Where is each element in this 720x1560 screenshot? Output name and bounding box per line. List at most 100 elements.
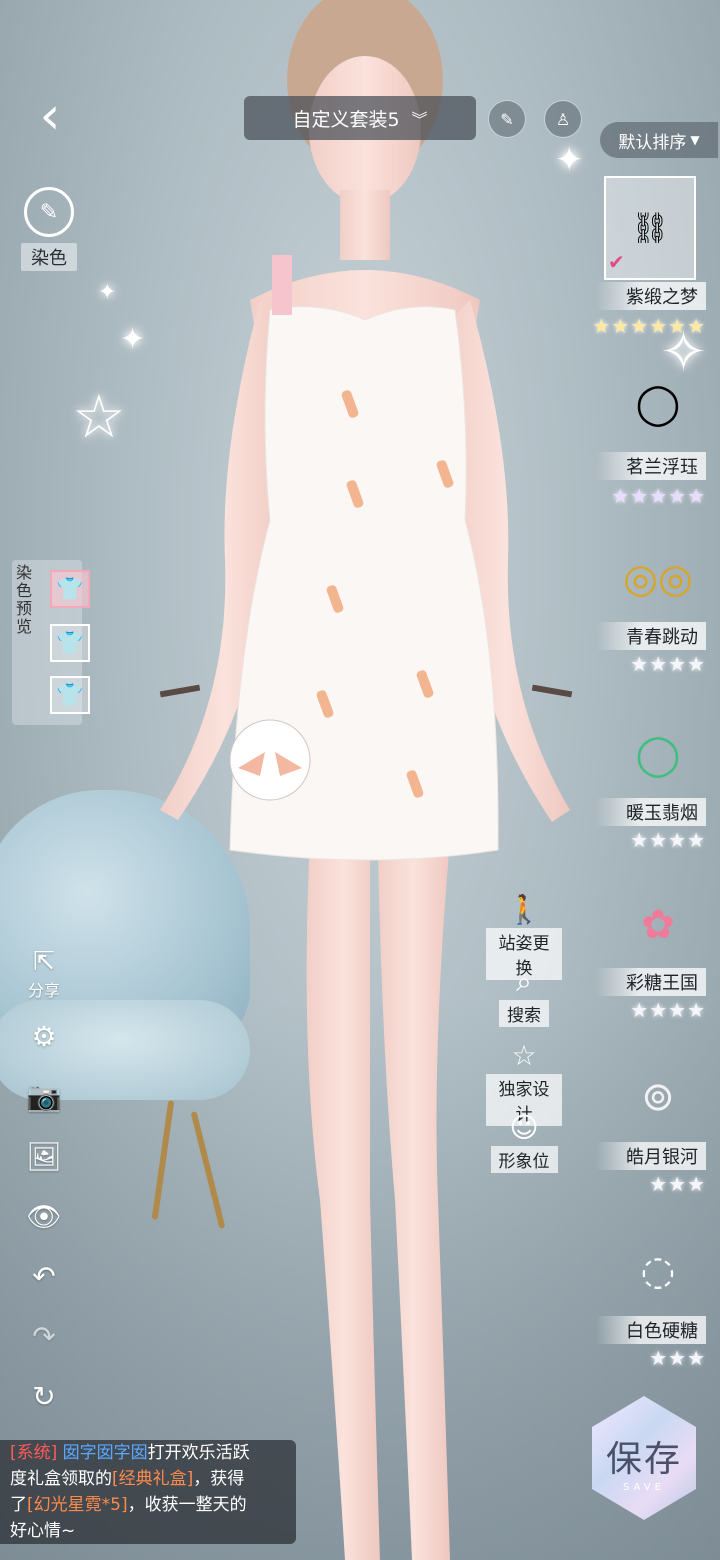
chat-text: 度礼盒领取的 [10, 1469, 112, 1489]
shirt-preview-white[interactable]: 👕 [50, 676, 90, 714]
accessory-name: 茗兰浮珏 [596, 452, 706, 480]
redo-button[interactable]: ↷ [22, 1314, 66, 1358]
dye-button[interactable]: ✎ 染色 [14, 186, 84, 272]
check-icon: ✔ [608, 250, 625, 274]
redo-icon: ↷ [32, 1319, 56, 1353]
search-icon: ⌕ [516, 965, 532, 998]
gear-icon: ⚙ [31, 1019, 57, 1053]
accessory-name: 皓月银河 [596, 1142, 706, 1170]
accessory-name: 紫缎之梦 [596, 282, 706, 310]
accessory-thumbnail: ◎◎ [623, 556, 693, 602]
accessory-item[interactable]: ◯ 茗兰浮珏 ★★★★★ [596, 356, 720, 516]
accessory-item[interactable]: ◎◎ 青春跳动 ★★★★ [596, 540, 720, 690]
dress-button[interactable]: ♙ [544, 100, 582, 138]
edit-brush-button[interactable]: ✎ [488, 100, 526, 138]
accessory-stars: ★★★★ [630, 828, 706, 852]
accessory-item[interactable]: ⛓ ✔ 紫缎之梦 ★★★★★★ [592, 176, 720, 350]
sort-label: 默认排序 [618, 132, 687, 153]
chat-line: 了[幻光星霓*5]，收获一整天的 [10, 1492, 286, 1518]
dye-preview-label: 染色预览 [16, 563, 33, 636]
share-icon: ⇱ [33, 947, 55, 977]
accessory-name: 青春跳动 [596, 622, 706, 650]
search-label: 搜索 [499, 1000, 549, 1027]
image-slot-label: 形象位 [490, 1146, 558, 1173]
image-icon: 🖼 [26, 1139, 62, 1173]
save-label: 保存 [605, 1439, 682, 1480]
save-button[interactable]: 保存 SAVE [584, 1388, 704, 1528]
sort-dropdown[interactable]: 默认排序 ▼ [600, 122, 718, 158]
shirt-icon: 👕 [56, 630, 84, 656]
chat-line: 好心情~ [10, 1518, 286, 1544]
pink-strap [272, 255, 292, 315]
share-label: 分享 [27, 981, 60, 1000]
shirt-preview-white[interactable]: 👕 [50, 624, 90, 662]
player-name: 囡字囡字囡 [62, 1443, 148, 1463]
accessory-stars: ★★★★★★ [592, 314, 706, 338]
shirt-icon: 👕 [56, 576, 84, 602]
accessory-item[interactable]: ◯ 暖玉翡烟 ★★★★ [596, 716, 720, 866]
bunny-print [229, 719, 311, 801]
dye-preview-panel: 染色预览 👕 👕 👕 [12, 560, 90, 725]
portrait-icon: ☺ [509, 1111, 539, 1144]
brush-icon: ✎ [500, 109, 514, 129]
undo-button[interactable]: ↶ [22, 1254, 66, 1298]
left-leg [306, 840, 380, 1560]
accessory-item[interactable]: ◌ 白色硬糖 ★★★ [596, 1232, 720, 1382]
star-outline-icon: ☆ [511, 1039, 537, 1072]
eye-icon: 👁 [26, 1199, 62, 1233]
accessory-thumbnail: ⊚ [641, 1074, 675, 1120]
accessory-thumbnail: ✿ [641, 902, 675, 948]
camera-button[interactable]: 📷 [22, 1074, 66, 1118]
chat-text: ，收获一整天的 [127, 1495, 247, 1515]
hide-ui-button[interactable]: 👁 [22, 1194, 66, 1238]
shirt-preview-pink[interactable]: 👕 [50, 570, 90, 608]
settings-button[interactable]: ⚙ [22, 1014, 66, 1058]
sparkle-star: ✦ [120, 322, 146, 357]
save-sublabel: SAVE [623, 1482, 665, 1493]
outfit-selector[interactable]: 自定义套装5 ︾ [244, 96, 476, 140]
right-bracelet [531, 684, 573, 698]
shirt-icon: 👕 [56, 682, 84, 708]
accessory-item[interactable]: ⊚ 皓月银河 ★★★ [596, 1058, 720, 1208]
gallery-button[interactable]: 🖼 [22, 1134, 66, 1178]
item-link[interactable]: [幻光星霓*5] [27, 1495, 128, 1515]
sparkle-star: ☆ [72, 382, 126, 452]
accessory-name: 白色硬糖 [596, 1316, 706, 1344]
camera-icon: 📷 [26, 1079, 62, 1113]
accessory-item[interactable]: ✿ 彩糖王国 ★★★★ [596, 886, 720, 1036]
undo-icon: ↶ [32, 1259, 56, 1293]
chat-line: [系统] 囡字囡字囡打开欢乐活跃 [10, 1440, 286, 1466]
accessory-thumbnail: ◌ [640, 1248, 676, 1294]
accessory-stars: ★★★★ [630, 652, 706, 676]
accessory-stars: ★★★★ [630, 998, 706, 1022]
palette-brush-icon: ✎ [24, 187, 74, 237]
chat-text: 了 [10, 1495, 27, 1515]
accessory-name: 彩糖王国 [596, 968, 706, 996]
accessory-thumbnail: ◯ [635, 732, 681, 778]
back-button[interactable]: ‹ [22, 86, 78, 146]
accessory-thumbnail: ◯ [635, 381, 681, 427]
right-leg [378, 840, 450, 1560]
accessory-stars: ★★★ [649, 1346, 706, 1370]
left-bracelet [159, 684, 201, 698]
sparkle-star: ✦ [98, 280, 117, 305]
refresh-icon: ↻ [32, 1379, 56, 1413]
chat-text: 打开欢乐活跃 [147, 1443, 250, 1463]
person-icon: 🚶 [506, 893, 542, 926]
reset-button[interactable]: ↻ [22, 1374, 66, 1418]
character-model [159, 0, 573, 1560]
chat-text: ，获得 [193, 1469, 245, 1489]
accessory-name: 暖玉翡烟 [596, 798, 706, 826]
chat-text: 好心情~ [10, 1521, 76, 1541]
back-chevron-icon: ‹ [39, 86, 61, 146]
neck [340, 190, 390, 260]
image-slot-button[interactable]: ☺ 形象位 [486, 1110, 562, 1173]
sparkle-star: ✦ [555, 140, 584, 180]
search-button[interactable]: ⌕ 搜索 [486, 964, 562, 1027]
caret-down-icon: ▼ [690, 133, 700, 147]
system-message-box: [系统] 囡字囡字囡打开欢乐活跃 度礼盒领取的[经典礼盒]，获得 了[幻光星霓*… [0, 1440, 296, 1544]
outfit-name: 自定义套装5 [292, 108, 400, 131]
chat-line: 度礼盒领取的[经典礼盒]，获得 [10, 1466, 286, 1492]
share-button[interactable]: ⇱ 分享 [22, 944, 66, 1004]
item-link[interactable]: [经典礼盒] [112, 1469, 193, 1489]
